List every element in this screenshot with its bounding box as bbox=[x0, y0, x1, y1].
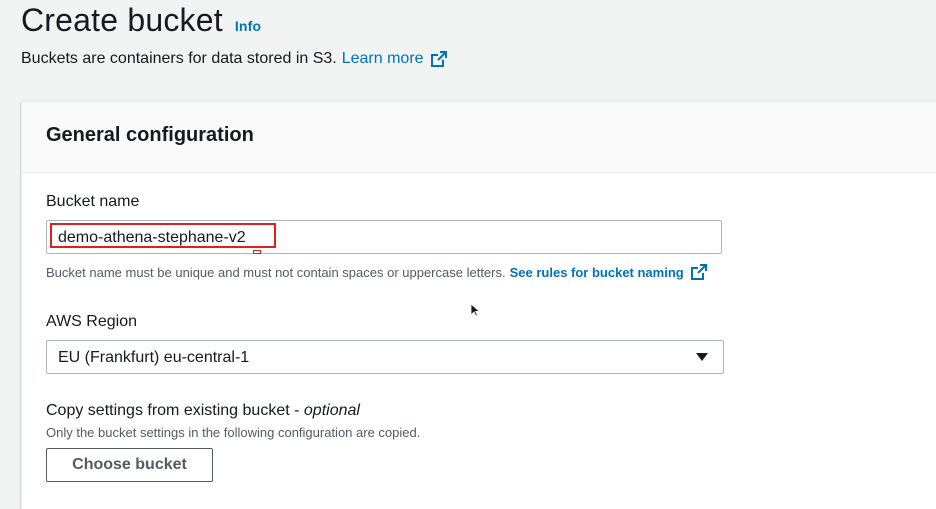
learn-more-label: Learn more bbox=[341, 50, 424, 67]
copy-settings-label: Copy settings from existing bucket - opt… bbox=[46, 402, 360, 420]
learn-more-link[interactable]: Learn more bbox=[342, 50, 447, 68]
mouse-pointer-icon bbox=[470, 303, 480, 317]
choose-bucket-button[interactable]: Choose bucket bbox=[46, 448, 213, 482]
bucket-name-input[interactable]: demo-athena-stephane-v2 bbox=[46, 220, 722, 254]
bucket-naming-rules-link[interactable]: See rules for bucket naming bbox=[510, 264, 707, 280]
page-title: Create bucket Info bbox=[21, 2, 261, 39]
region-selected-value: EU (Frankfurt) eu-central-1 bbox=[58, 349, 250, 366]
copy-settings-label-text: Copy settings from existing bucket - bbox=[46, 402, 300, 419]
caret-down-icon bbox=[696, 353, 708, 361]
bucket-name-help: Bucket name must be unique and must not … bbox=[46, 264, 707, 280]
bucket-name-label: Bucket name bbox=[46, 193, 140, 210]
panel-header: General configuration bbox=[22, 102, 936, 173]
rules-link-label: See rules for bucket naming bbox=[509, 264, 684, 280]
region-label: AWS Region bbox=[46, 313, 137, 330]
subtitle-text: Buckets are containers for data stored i… bbox=[21, 50, 337, 67]
region-select[interactable]: EU (Frankfurt) eu-central-1 bbox=[46, 340, 724, 374]
page-subtitle: Buckets are containers for data stored i… bbox=[21, 50, 447, 68]
external-link-icon bbox=[690, 264, 707, 280]
bucket-name-value: demo-athena-stephane-v2 bbox=[58, 229, 246, 246]
text-caret-marker bbox=[253, 250, 261, 254]
page-title-text: Create bucket bbox=[21, 2, 223, 38]
panel-title: General configuration bbox=[46, 124, 254, 146]
optional-label: optional bbox=[303, 402, 360, 419]
help-text: Bucket name must be unique and must not … bbox=[46, 264, 506, 280]
info-link[interactable]: Info bbox=[235, 18, 261, 34]
copy-settings-description: Only the bucket settings in the followin… bbox=[46, 425, 421, 440]
external-link-icon bbox=[430, 51, 447, 67]
